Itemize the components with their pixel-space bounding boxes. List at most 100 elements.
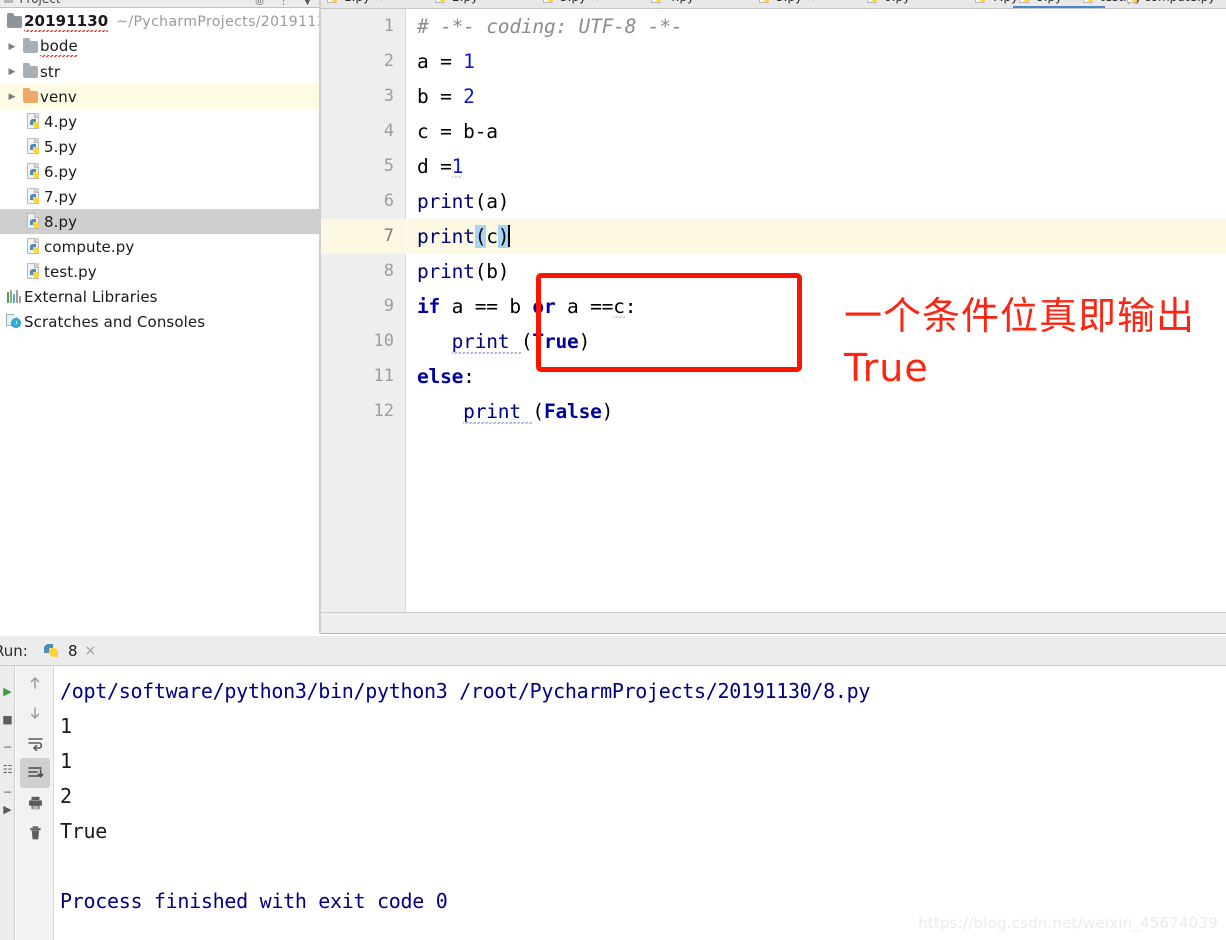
- code-text-area[interactable]: # -*- coding: UTF-8 -*- a = 1 b = 2 c = …: [407, 9, 1226, 612]
- current-line-highlight: [407, 219, 1226, 254]
- python-file-icon: [24, 138, 44, 155]
- run-controls-rail[interactable]: ▶ ■ ─ ☷ ─ ▶: [0, 666, 15, 940]
- code-line-6[interactable]: print(a): [417, 184, 510, 219]
- code-editor: 1.py× 2.py× 3.py× 4.py× 5.py× 6.py× 7.py…: [321, 0, 1226, 612]
- code-line-5[interactable]: d =1: [417, 149, 463, 184]
- scroll-to-end-icon[interactable]: [20, 758, 50, 788]
- code-line-1[interactable]: # -*- coding: UTF-8 -*-: [417, 9, 683, 44]
- console-line-command: /opt/software/python3/bin/python3 /root/…: [60, 679, 871, 703]
- python-file-icon: [543, 0, 556, 4]
- close-icon[interactable]: ×: [698, 0, 707, 4]
- console-toolbar[interactable]: [16, 666, 54, 940]
- code-line-10[interactable]: print (True): [417, 324, 590, 359]
- tree-item-label: 5.py: [44, 137, 78, 156]
- tree-item-label: 20191130: [24, 11, 109, 32]
- editor-tab-bar[interactable]: 1.py× 2.py× 3.py× 4.py× 5.py× 6.py× 7.py…: [321, 0, 1226, 9]
- editor-tab-6py[interactable]: 6.py×: [861, 0, 929, 8]
- up-arrow-icon[interactable]: [20, 668, 50, 698]
- run-console-panel: Run: 8 × ▶ ■ ─ ☷ ─ ▶: [0, 636, 1226, 940]
- tree-item-label: External Libraries: [24, 287, 158, 306]
- separator-icon: ─: [4, 740, 11, 754]
- code-line-2[interactable]: a = 1: [417, 44, 475, 79]
- tree-item-5py[interactable]: 5.py: [0, 134, 319, 159]
- folder-icon: [20, 62, 40, 78]
- tree-item-scratches-and-consoles[interactable]: Scratches and Consoles: [0, 309, 319, 334]
- console-line-output: 1: [60, 749, 72, 773]
- code-line-7[interactable]: print(c): [417, 219, 510, 254]
- tree-item-4py[interactable]: 4.py: [0, 109, 319, 134]
- close-icon[interactable]: ×: [1066, 0, 1075, 4]
- editor-gutter[interactable]: 1 2 3 4 5 6 7 8 9 10 11 12: [321, 9, 406, 612]
- editor-tab-3py[interactable]: 3.py×: [537, 0, 605, 8]
- tree-item-7py[interactable]: 7.py: [0, 184, 319, 209]
- tree-item-venv[interactable]: ▶ venv: [0, 84, 319, 109]
- tree-item-external-libraries[interactable]: External Libraries: [0, 284, 319, 309]
- editor-tab-8py[interactable]: 8.py×: [1013, 0, 1081, 8]
- project-panel-header: Project ◎ ⋮ ▼: [0, 0, 319, 8]
- close-icon[interactable]: ×: [374, 0, 383, 4]
- editor-tab-2py[interactable]: 2.py×: [429, 0, 497, 8]
- close-icon[interactable]: ×: [482, 0, 491, 4]
- print-icon[interactable]: [20, 788, 50, 818]
- close-icon[interactable]: ×: [590, 0, 599, 4]
- chevron-right-icon[interactable]: ▶: [4, 42, 20, 52]
- code-line-8[interactable]: print(b): [417, 254, 510, 289]
- library-bars-icon: [4, 290, 24, 303]
- run-tab-8[interactable]: 8 ×: [44, 642, 96, 660]
- python-file-icon: [24, 163, 44, 180]
- editor-tab-5py[interactable]: 5.py×: [753, 0, 821, 8]
- settings-icon[interactable]: ⋮: [278, 0, 289, 7]
- console-line-output: 1: [60, 714, 72, 738]
- chevron-right-icon[interactable]: ▶: [4, 67, 20, 77]
- editor-horizontal-scrollbar[interactable]: [321, 612, 1226, 634]
- tree-item-label: 8.py: [44, 212, 78, 231]
- tree-item-8py[interactable]: 8.py: [0, 209, 319, 234]
- python-file-icon: [24, 113, 44, 130]
- folder-icon: [20, 37, 40, 53]
- project-toolbar[interactable]: ◎ ⋮ ▼: [254, 0, 313, 7]
- project-panel-title: Project: [20, 0, 61, 6]
- tree-item-label: 4.py: [44, 112, 78, 131]
- trash-icon[interactable]: [20, 818, 50, 848]
- tree-item-testpy[interactable]: test.py: [0, 259, 319, 284]
- hide-icon[interactable]: ▼: [302, 0, 313, 7]
- code-line-9[interactable]: if a == b or a ==c:: [417, 289, 637, 324]
- code-line-4[interactable]: c = b-a: [417, 114, 498, 149]
- project-tree[interactable]: 20191130 ~/PycharmProjects/20191130 ▶ bo…: [0, 9, 319, 334]
- tree-item-computepy[interactable]: compute.py: [0, 234, 319, 259]
- soft-wrap-icon[interactable]: [20, 728, 50, 758]
- collapse-all-icon[interactable]: ◎: [254, 0, 265, 7]
- close-icon[interactable]: ×: [1219, 0, 1226, 4]
- line-number: 10: [373, 331, 394, 351]
- console-line-output: 2: [60, 784, 72, 808]
- down-arrow-icon[interactable]: [20, 698, 50, 728]
- run-tab-label: 8: [68, 641, 78, 660]
- tree-item-bode[interactable]: ▶ bode: [0, 34, 319, 59]
- stop-icon[interactable]: ■: [0, 708, 15, 730]
- editor-tab-1py[interactable]: 1.py×: [321, 0, 389, 8]
- chevron-right-icon[interactable]: ▶: [4, 92, 20, 102]
- layout-icon[interactable]: ☷: [0, 758, 15, 780]
- expand-icon[interactable]: ▶: [0, 798, 15, 820]
- tree-item-label: Scratches and Consoles: [24, 312, 206, 331]
- watermark: https://blog.csdn.net/weixin_45674039: [918, 914, 1218, 932]
- python-file-icon: [867, 0, 880, 4]
- python-file-icon: [24, 238, 44, 255]
- tree-item-str[interactable]: ▶ str: [0, 59, 319, 84]
- python-file-icon: [24, 188, 44, 205]
- code-line-11[interactable]: else:: [417, 359, 475, 394]
- console-line-output: True: [60, 819, 107, 843]
- code-line-12[interactable]: print (False): [417, 394, 613, 429]
- run-icon[interactable]: ▶: [0, 680, 15, 702]
- close-icon[interactable]: ×: [914, 0, 923, 4]
- close-icon[interactable]: ×: [85, 643, 97, 659]
- tree-item-label: 7.py: [44, 187, 78, 206]
- tree-item-6py[interactable]: 6.py: [0, 159, 319, 184]
- editor-tab-computepy[interactable]: compute.py×: [1121, 0, 1226, 8]
- line-number-current: 7: [383, 226, 394, 246]
- console-output[interactable]: /opt/software/python3/bin/python3 /root/…: [55, 666, 1226, 940]
- close-icon[interactable]: ×: [806, 0, 815, 4]
- tree-item-root[interactable]: 20191130 ~/PycharmProjects/20191130: [0, 9, 319, 34]
- code-line-3[interactable]: b = 2: [417, 79, 475, 114]
- editor-tab-4py[interactable]: 4.py×: [645, 0, 713, 8]
